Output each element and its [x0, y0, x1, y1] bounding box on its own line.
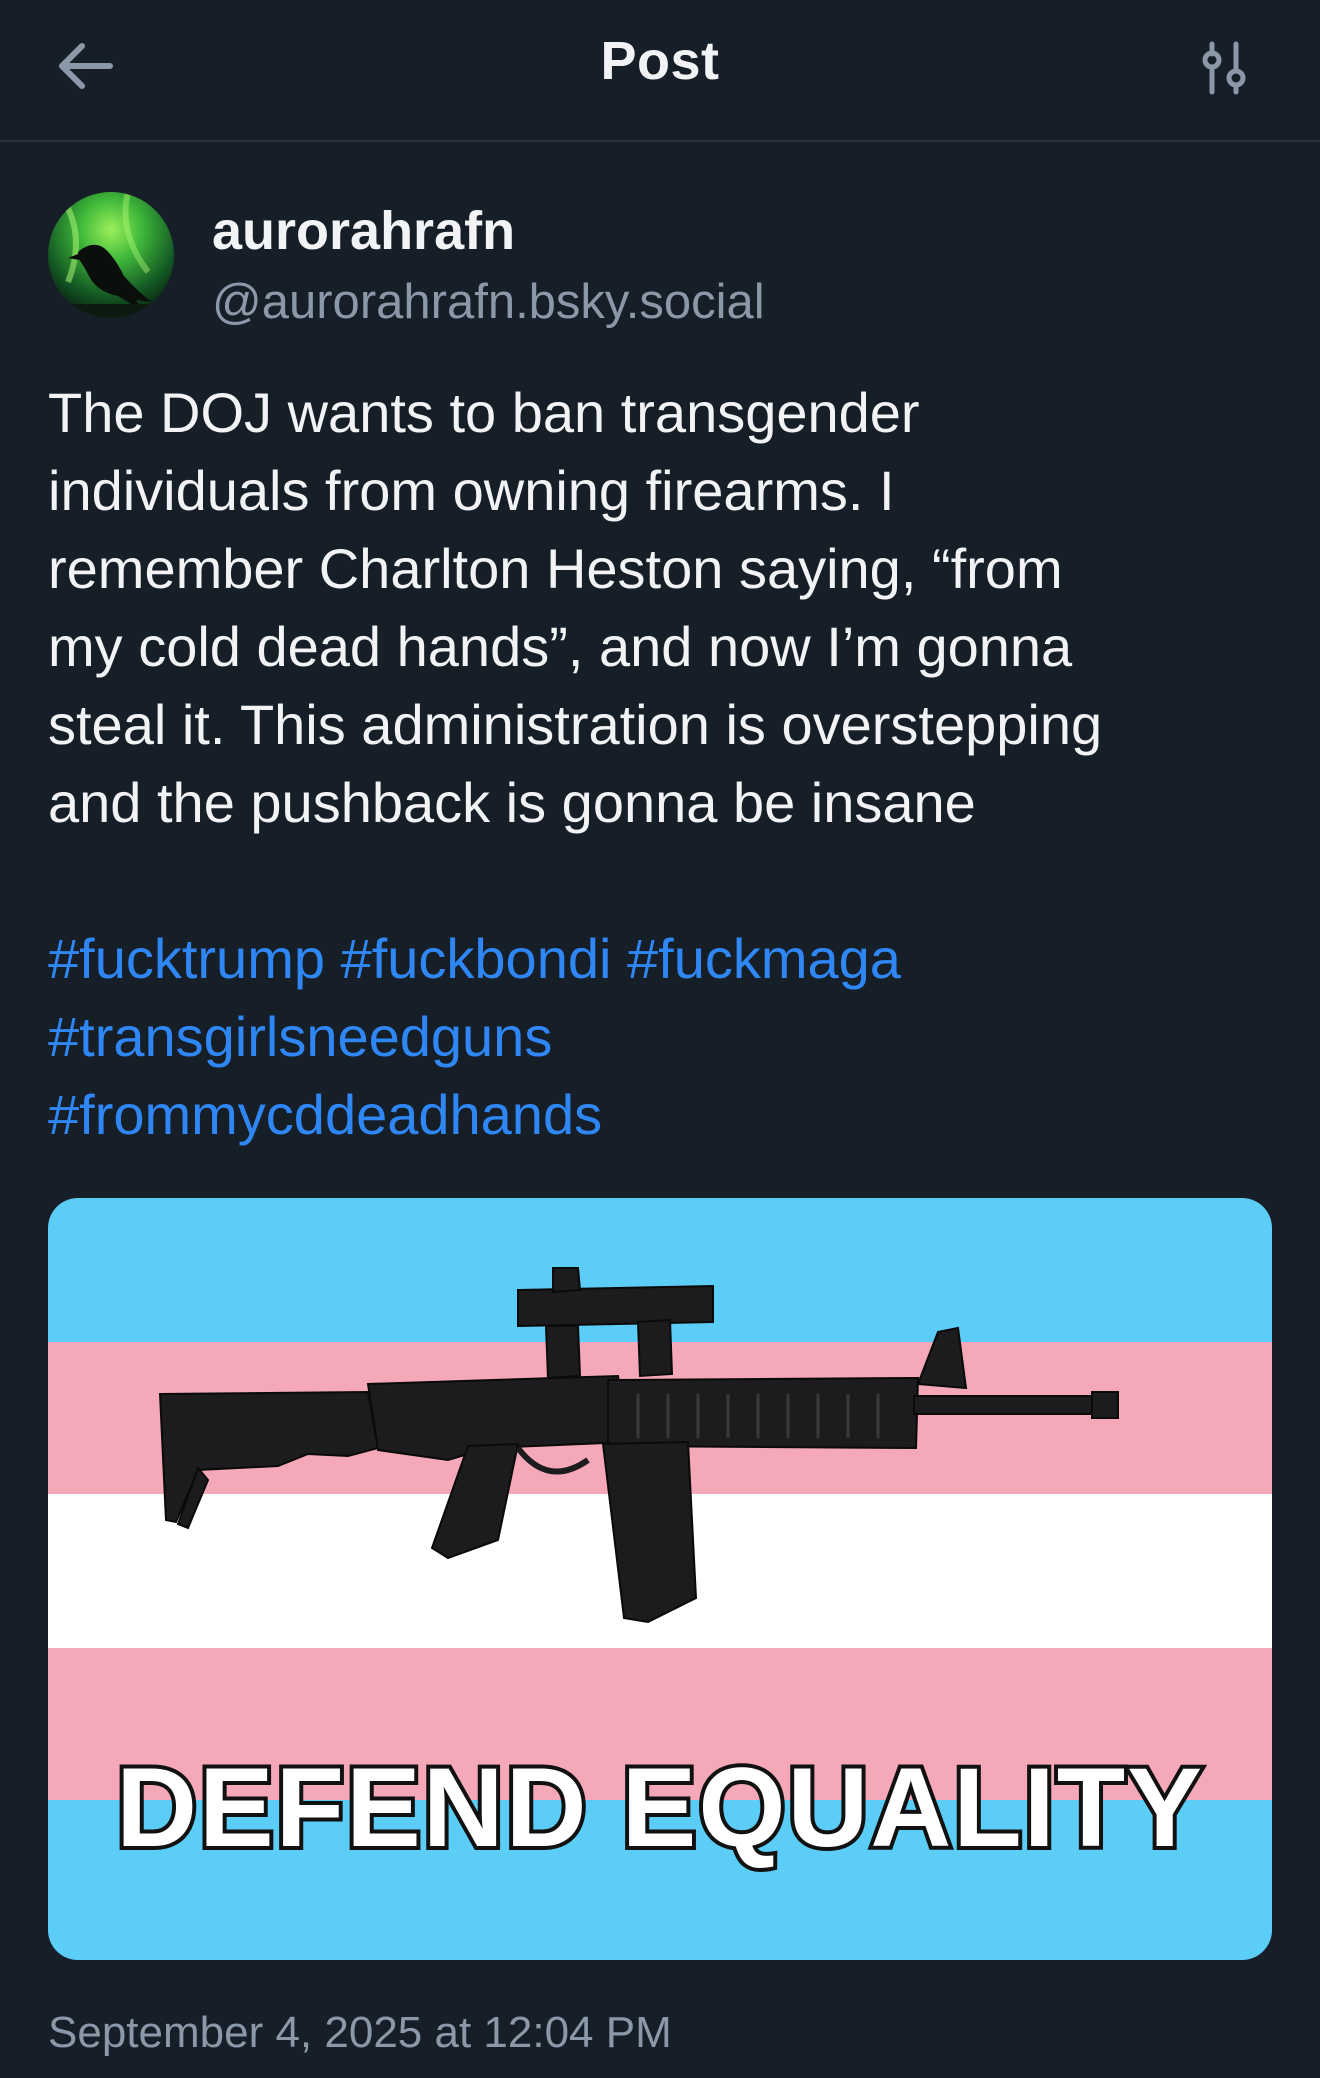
- author-display-name[interactable]: aurorahrafn: [212, 200, 515, 262]
- hashtag-line: #frommycddeadhands: [48, 1076, 901, 1154]
- post-text-line: my cold dead hands”, and now I’m gonna: [48, 615, 1073, 678]
- hashtag-line: #fucktrump #fuckbondi #fuckmaga: [48, 920, 901, 998]
- post-text-line: steal it. This administration is overste…: [48, 693, 1103, 756]
- post-timestamp: September 4, 2025 at 12:04 PM: [48, 2008, 672, 2057]
- post-text-line: remember Charlton Heston saying, “from: [48, 537, 1063, 600]
- page-title: Post: [600, 31, 720, 91]
- raven-aurora-avatar: [48, 192, 174, 318]
- hashtag-line: #transgirlsneedguns: [48, 998, 901, 1076]
- trans-flag-rifle-image: DEFEND EQUALITY: [48, 1198, 1272, 1960]
- post-text-line: individuals from owning firearms. I: [48, 459, 895, 522]
- hashtag-link[interactable]: #frommycddeadhands: [48, 1083, 602, 1146]
- hashtag-link[interactable]: #transgirlsneedguns: [48, 1005, 552, 1068]
- settings-button[interactable]: [1196, 40, 1252, 96]
- post-text-line: and the pushback is gonna be insane: [48, 771, 976, 834]
- avatar[interactable]: [48, 192, 174, 318]
- post-text-line: The DOJ wants to ban transgender: [48, 381, 920, 444]
- author-handle[interactable]: @aurorahrafn.bsky.social: [212, 274, 765, 330]
- image-caption: DEFEND EQUALITY: [116, 1745, 1204, 1870]
- top-bar: Post: [0, 0, 1320, 142]
- hashtag-link[interactable]: #fuckbondi: [341, 927, 612, 990]
- hashtag-link[interactable]: #fuckmaga: [627, 927, 901, 990]
- hashtag-list: #fucktrump #fuckbondi #fuckmaga #transgi…: [48, 920, 901, 1154]
- post-text: The DOJ wants to ban transgender individ…: [48, 374, 1288, 842]
- hashtag-link[interactable]: #fucktrump: [48, 927, 325, 990]
- sliders-icon: [1202, 41, 1246, 95]
- post-image[interactable]: DEFEND EQUALITY: [48, 1198, 1272, 1960]
